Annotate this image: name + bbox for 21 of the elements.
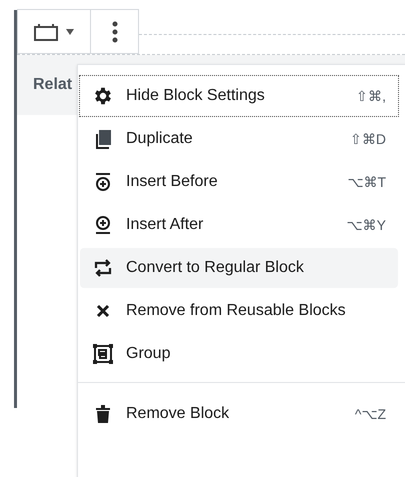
menu-item[interactable]: Group (80, 334, 398, 374)
block-icon (34, 22, 58, 40)
menu-item[interactable]: Insert After ⌥⌘Y (80, 205, 398, 245)
caret-icon (66, 28, 74, 34)
trash-icon (95, 404, 111, 424)
menu-item[interactable]: Convert to Regular Block (80, 248, 398, 288)
insert-after-icon (93, 215, 113, 235)
menu-item[interactable]: Hide Block Settings ⇧⌘, (80, 76, 398, 116)
block-type-button[interactable] (17, 9, 91, 54)
block-title: Relat (33, 75, 72, 95)
more-icon (112, 20, 118, 42)
menu-item[interactable]: Insert Before ⌥⌘T (80, 162, 398, 202)
menu-item[interactable]: Remove from Reusable Blocks (80, 291, 398, 331)
convert-icon (93, 259, 113, 277)
copy-icon (93, 129, 113, 149)
group-icon (92, 343, 114, 365)
more-options-button[interactable] (91, 9, 139, 54)
insert-before-icon (93, 172, 113, 192)
close-icon (96, 304, 110, 318)
menu-item[interactable]: Remove Block ^⌥Z (80, 394, 398, 434)
menu-item[interactable]: Duplicate ⇧⌘D (80, 119, 398, 159)
